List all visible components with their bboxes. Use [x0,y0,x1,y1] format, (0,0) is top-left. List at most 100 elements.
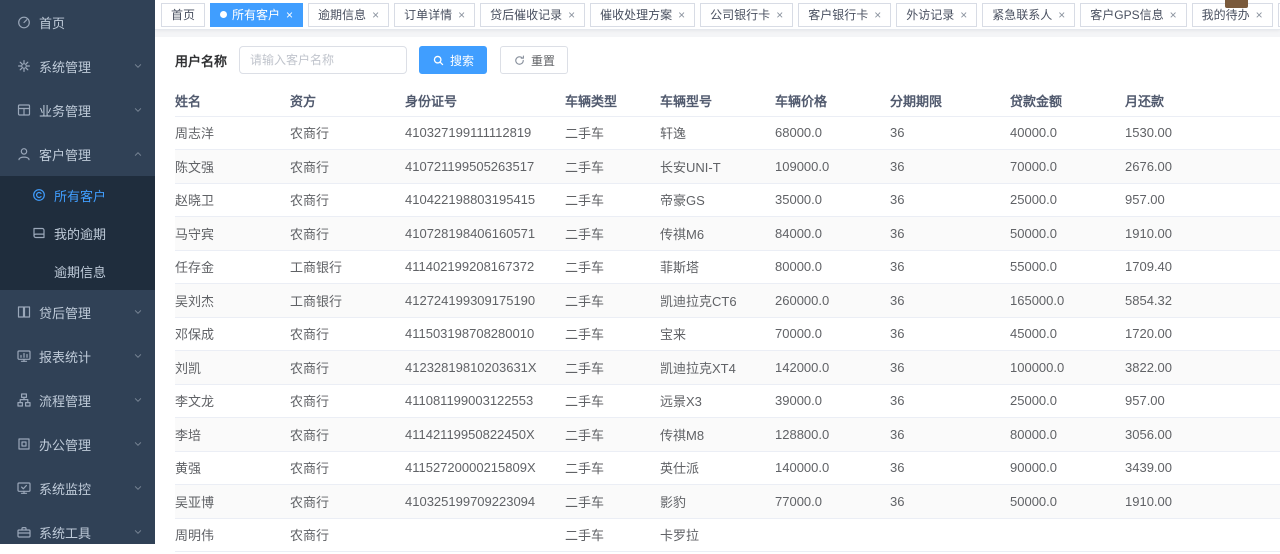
cell-installment_term: 36 [890,183,1010,217]
search-button[interactable]: 搜索 [419,46,487,74]
sidebar-item-系统工具[interactable]: 系统工具 [0,510,155,554]
tab-逾期信息[interactable]: 逾期信息× [308,3,389,27]
cell-vehicle_model: 长安UNI-T [660,150,775,184]
cell-name: 周明伟 [175,518,290,552]
tab-贷后催收记录[interactable]: 贷后催收记录× [480,3,585,27]
close-icon[interactable]: × [458,9,465,21]
tab-label: 公司银行卡 [710,6,770,23]
column-header-车辆价格: 车辆价格 [775,86,890,116]
monitor-check-icon [16,480,32,496]
chevron-down-icon [131,103,145,117]
cell-vehicle_price: 35000.0 [775,183,890,217]
cell-id_number: 412724199309175190 [405,284,565,318]
close-icon[interactable]: × [568,9,575,21]
dashboard-icon [16,14,32,30]
table-body: 周志洋农商行410327199111112819二手车轩逸68000.03640… [175,116,1280,552]
sidebar-item-label: 办公管理 [39,435,91,454]
content-panel: 用户名称 搜索 重置 姓名资方身份证号车辆类型车辆型号车辆价格分期期限贷款金额月… [155,45,1280,552]
table-row: 邓保成农商行411503198708280010二手车宝来70000.03645… [175,317,1280,351]
tab-外访记录[interactable]: 外访记录× [896,3,977,27]
cell-monthly_payment: 1530.00 [1125,116,1240,150]
table-row: 赵晓卫农商行410422198803195415二手车帝豪GS35000.036… [175,183,1280,217]
close-icon[interactable]: × [1256,9,1263,21]
tab-公司银行卡[interactable]: 公司银行卡 × [700,3,793,27]
column-header-资方: 资方 [290,86,405,116]
sidebar-item-逾期信息[interactable]: 逾期信息 [0,252,155,290]
cell-loan_amount: 40000.0 [1010,116,1125,150]
table-row: 刘凯农商行41232819810203631X二手车凯迪拉克XT4142000.… [175,351,1280,385]
close-icon[interactable]: × [1170,9,1177,21]
cell-vehicle_price: 140000.0 [775,451,890,485]
sidebar-item-业务管理[interactable]: 业务管理 [0,88,155,132]
cell-name: 陈文强 [175,150,290,184]
close-icon[interactable]: × [776,9,783,21]
table-row: 任存金工商银行411402199208167372二手车菲斯塔80000.036… [175,250,1280,284]
cell-name: 马守宾 [175,217,290,251]
close-icon[interactable]: × [960,9,967,21]
sidebar-item-label: 首页 [39,13,65,32]
cell-id_number: 411081199003122553 [405,384,565,418]
tab-订单详情[interactable]: 订单详情× [394,3,475,27]
close-icon[interactable]: × [286,9,293,21]
cell-installment_term [890,518,1010,552]
close-icon[interactable]: × [874,9,881,21]
cell-loan_amount: 25000.0 [1010,384,1125,418]
refresh-icon [513,54,526,67]
chevron-down-icon [131,525,145,539]
book-icon [31,225,47,241]
sidebar-item-我的逾期[interactable]: 我的逾期 [0,214,155,252]
toolbox-icon [16,524,32,540]
sidebar-item-系统管理[interactable]: 系统管理 [0,44,155,88]
sidebar-item-贷后管理[interactable]: 贷后管理 [0,290,155,334]
cell-vehicle_type: 二手车 [565,518,660,552]
table-row: 李文龙农商行411081199003122553二手车远景X339000.036… [175,384,1280,418]
table-row: 马守宾农商行410728198406160571二手车传祺M684000.036… [175,217,1280,251]
tab-客户银行卡[interactable]: 客户银行卡× [798,3,891,27]
cell-loan_amount: 50000.0 [1010,485,1125,519]
reset-button[interactable]: 重置 [500,46,568,74]
chevron-up-icon [131,147,145,161]
cell-funder: 农商行 [290,217,405,251]
cell-vehicle_model: 凯迪拉克CT6 [660,284,775,318]
customer-table: 姓名资方身份证号车辆类型车辆型号车辆价格分期期限贷款金额月还款操作 周志洋农商行… [175,86,1280,552]
sidebar-item-首页[interactable]: 首页 [0,0,155,44]
sidebar-item-客户管理[interactable]: 客户管理 [0,132,155,176]
cell-vehicle_model: 传祺M8 [660,418,775,452]
cell-vehicle_type: 二手车 [565,418,660,452]
sidebar-item-label: 贷后管理 [39,303,91,322]
column-header-身份证号: 身份证号 [405,86,565,116]
sidebar-item-流程管理[interactable]: 流程管理 [0,378,155,422]
tab-催收处理方案[interactable]: 催收处理方案× [590,3,695,27]
sidebar-item-系统监控[interactable]: 系统监控 [0,466,155,510]
close-icon[interactable]: × [372,9,379,21]
table-row: 吴亚博农商行410325199709223094二手车影豹77000.03650… [175,485,1280,519]
cell-action: 详情 [1240,418,1280,452]
sidebar-item-label: 我的逾期 [54,224,106,243]
tab-紧急联系人[interactable]: 紧急联系人× [982,3,1075,27]
cell-vehicle_model: 帝豪GS [660,183,775,217]
cell-vehicle_price: 70000.0 [775,317,890,351]
cell-id_number: 411402199208167372 [405,250,565,284]
search-input[interactable] [239,46,407,74]
cell-installment_term: 36 [890,116,1010,150]
cell-vehicle_price: 77000.0 [775,485,890,519]
cell-vehicle_model: 宝来 [660,317,775,351]
avatar-fragment[interactable] [1225,0,1248,8]
cell-id_number: 410728198406160571 [405,217,565,251]
cell-vehicle_model: 凯迪拉克XT4 [660,351,775,385]
cell-vehicle_price [775,518,890,552]
sidebar-item-所有客户[interactable]: 所有客户 [0,176,155,214]
tab-首页[interactable]: 首页 [161,3,205,27]
tab-客户GPS信息[interactable]: 客户GPS信息× [1080,3,1186,27]
sidebar-item-label: 系统监控 [39,479,91,498]
close-icon[interactable]: × [678,9,685,21]
column-header-贷款金额: 贷款金额 [1010,86,1125,116]
tab-所有客户[interactable]: 所有客户× [210,3,303,27]
sidebar-item-办公管理[interactable]: 办公管理 [0,422,155,466]
sidebar-item-报表统计[interactable]: 报表统计 [0,334,155,378]
cell-loan_amount: 165000.0 [1010,284,1125,318]
cell-vehicle_model: 影豹 [660,485,775,519]
cell-funder: 农商行 [290,183,405,217]
close-icon[interactable]: × [1058,9,1065,21]
cell-vehicle_price: 142000.0 [775,351,890,385]
